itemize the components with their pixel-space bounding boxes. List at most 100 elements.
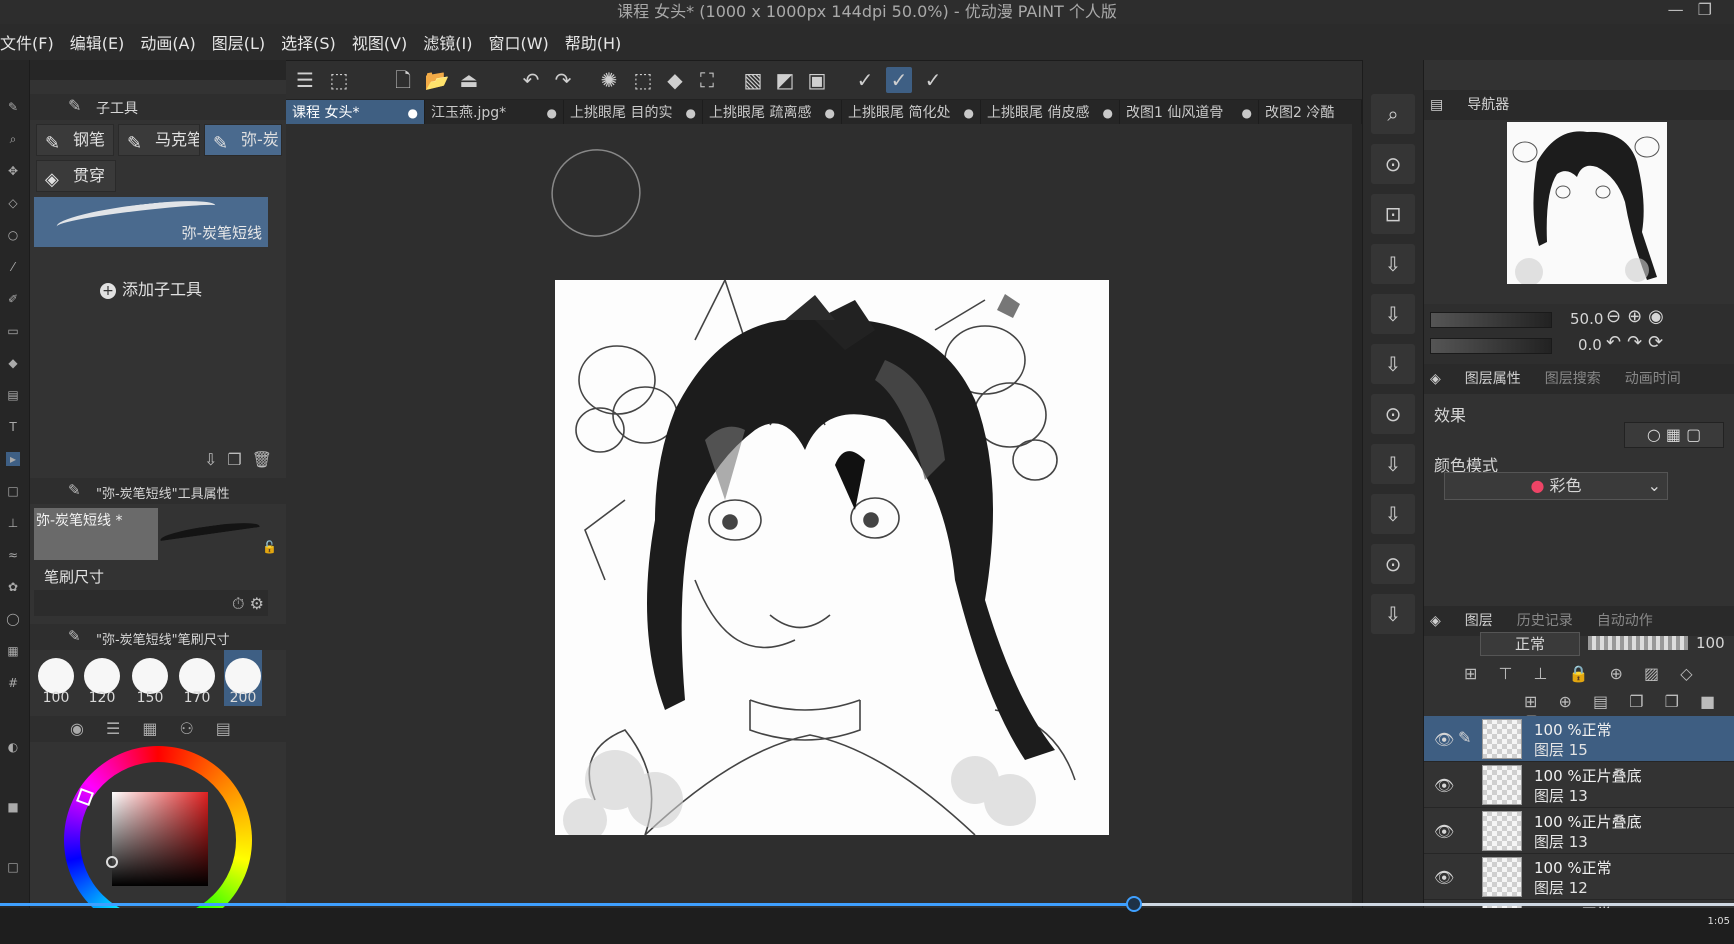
selected-brush-item[interactable]: 弥-炭笔短线 <box>34 196 268 247</box>
color-wheel-tab-icon[interactable]: ◉ <box>70 719 106 738</box>
gradient-tool-icon[interactable]: ▤ <box>6 388 20 402</box>
save-icon[interactable]: ⊡ <box>1371 194 1415 234</box>
blend-tool-icon[interactable]: ≈ <box>6 548 20 562</box>
layer-row[interactable]: 👁 100 %正片叠底 图层 13 <box>1424 762 1734 808</box>
ruler-tool-icon[interactable]: ⊥ <box>6 516 20 530</box>
brush-size-120[interactable] <box>84 658 120 694</box>
tab-close-icon[interactable]: ● <box>547 100 557 126</box>
layer-tab[interactable]: 图层 <box>1465 613 1493 629</box>
active-tool-icon[interactable]: ▸ <box>6 452 20 466</box>
menu-filter[interactable]: 滤镜(I) <box>423 30 486 54</box>
layer-row[interactable]: 👁 100 %正片叠底 图层 13 <box>1424 808 1734 854</box>
special-ruler-icon[interactable]: ◩ <box>772 67 798 93</box>
doc-tab[interactable]: 上挑眼尾 简化处 ● <box>842 100 981 126</box>
brush-size-200[interactable] <box>225 658 261 694</box>
layer-search-tab[interactable]: 图层搜索 <box>1545 371 1601 387</box>
decoration-tool-icon[interactable]: ✿ <box>6 580 20 594</box>
frame-tool-icon[interactable]: ▦ <box>6 644 20 658</box>
subtool-actions[interactable]: ⇩❐🗑 <box>204 450 282 469</box>
drawing-canvas[interactable] <box>555 280 1109 835</box>
download-icon[interactable]: ⇩ <box>1371 494 1415 534</box>
color-square[interactable] <box>112 792 208 886</box>
main-color-icon[interactable]: ■ <box>6 800 20 814</box>
redo-icon[interactable]: ↷ <box>550 67 576 93</box>
download-icon[interactable]: ⇩ <box>1371 244 1415 284</box>
grid-tool-icon[interactable]: # <box>6 676 20 690</box>
doc-tab[interactable]: 改图2 冷酷 <box>1259 100 1362 126</box>
menu-select[interactable]: 选择(S) <box>281 30 350 54</box>
color-swap-icon[interactable]: ◐ <box>6 740 20 754</box>
add-subtool-button[interactable]: + 添加子工具 <box>100 276 202 300</box>
subtool-pierce[interactable]: ◈ 贯穿 <box>36 160 116 192</box>
fill-icon[interactable]: ◆ <box>662 67 688 93</box>
zoom-tool-icon[interactable]: ⌕ <box>6 132 20 146</box>
brush-size-150[interactable] <box>132 658 168 694</box>
eraser-tool-icon[interactable]: ▭ <box>6 324 20 338</box>
sub-color-icon[interactable]: □ <box>6 860 20 874</box>
grid-snap-icon[interactable]: ▣ <box>804 67 830 93</box>
move-tool-icon[interactable]: ✥ <box>6 164 20 178</box>
tab-close-icon[interactable]: ● <box>1103 100 1113 126</box>
brush-tool-icon[interactable]: ✐ <box>6 292 20 306</box>
color-history-tab-icon[interactable]: ▤ <box>216 719 253 738</box>
opacity-slider[interactable] <box>1588 636 1688 650</box>
rotate-buttons[interactable]: ↶↷⟳ <box>1606 332 1669 353</box>
zoom-slider[interactable] <box>1430 312 1552 328</box>
subtool-charcoal[interactable]: ✎ 弥-炭 <box>204 124 282 156</box>
eyedropper-tool-icon[interactable]: ⁄ <box>6 260 20 274</box>
canvas-vertical-scrollbar[interactable] <box>1352 124 1362 904</box>
navigator-tab[interactable]: 导航器 <box>1467 97 1509 113</box>
clear-icon[interactable]: ✺ <box>596 67 622 93</box>
download-icon[interactable]: ⇩ <box>1371 594 1415 634</box>
color-slider-tab-icon[interactable]: ☰ <box>106 719 142 738</box>
layer-create-icons[interactable]: ⊞ ⊕ ▤ ❐ ❐ ■ ▢ <box>1524 692 1734 730</box>
menu-layer[interactable]: 图层(L) <box>212 30 279 54</box>
menu-edit[interactable]: 编辑(E) <box>70 30 139 54</box>
menu-file[interactable]: 文件(F) <box>0 30 68 54</box>
select-tool-icon[interactable]: ◇ <box>6 196 20 210</box>
menu-window[interactable]: 窗口(W) <box>488 30 562 54</box>
color-panel-tabs[interactable]: ◉☰▦⚇▤ <box>30 716 286 742</box>
menu-icon[interactable]: ☰ <box>292 67 318 93</box>
canvas-icon[interactable]: ⬚ <box>326 67 352 93</box>
tab-close-icon[interactable]: ● <box>1242 100 1252 126</box>
trash-icon[interactable]: 🗑 <box>252 450 282 469</box>
color-picker-knob[interactable] <box>106 856 118 868</box>
new-file-icon[interactable]: 🗋 <box>390 67 416 93</box>
animation-tab[interactable]: 动画时间 <box>1625 371 1681 387</box>
brush-size-100[interactable] <box>38 658 74 694</box>
auto-action-tab[interactable]: 自动动作 <box>1597 613 1653 629</box>
color-set-tab-icon[interactable]: ▦ <box>142 719 179 738</box>
eye-icon[interactable]: 👁 <box>1434 868 1454 887</box>
menu-help[interactable]: 帮助(H) <box>565 30 636 54</box>
brush-size-170[interactable] <box>179 658 215 694</box>
camera-icon[interactable]: ⊙ <box>1371 544 1415 584</box>
layer-property-tab[interactable]: 图层属性 <box>1465 371 1521 387</box>
navigator-thumbnail[interactable] <box>1507 122 1667 284</box>
download-icon[interactable]: ⇩ <box>1371 444 1415 484</box>
blend-mode-select[interactable]: 正常 <box>1480 632 1580 656</box>
layer-action-icons[interactable]: ⊞ ⊤ ⊥ 🔒 ⊕ ▨ ◇ <box>1464 664 1734 688</box>
tab-close-icon[interactable]: ● <box>825 100 835 126</box>
subtool-pen[interactable]: ✎ 钢笔 <box>36 124 114 156</box>
layer-row[interactable]: 👁 100 %正常 图层 12 <box>1424 854 1734 900</box>
open-file-icon[interactable]: 📂 <box>424 67 450 93</box>
doc-tab[interactable]: 课程 女头* ● <box>286 100 425 126</box>
undo-icon[interactable]: ↶ <box>518 67 544 93</box>
tab-close-icon[interactable]: ● <box>408 100 418 126</box>
download-icon[interactable]: ⇩ <box>1371 294 1415 334</box>
tab-close-icon[interactable]: ● <box>686 100 696 126</box>
maximize-icon[interactable]: ❐ <box>1698 0 1726 19</box>
window-controls[interactable]: —❐ <box>1668 0 1726 19</box>
stabilize-2-icon[interactable]: ✓ <box>886 67 912 93</box>
pen-tool-icon[interactable]: ✎ <box>6 100 20 114</box>
fill-tool-icon[interactable]: ◆ <box>6 356 20 370</box>
lock-icon[interactable]: 🔓 <box>262 540 277 554</box>
doc-tab[interactable]: 江玉燕.jpg* ● <box>425 100 564 126</box>
ruler-snap-icon[interactable]: ▧ <box>740 67 766 93</box>
doc-tab[interactable]: 改图1 仙风道骨 ● <box>1120 100 1259 126</box>
text-tool-icon[interactable]: T <box>6 420 20 434</box>
camera-icon[interactable]: ⊙ <box>1371 394 1415 434</box>
effect-buttons[interactable]: ○ ▦ ▢ <box>1624 422 1724 448</box>
subtool-marker[interactable]: ✎ 马克笔 <box>118 124 200 156</box>
